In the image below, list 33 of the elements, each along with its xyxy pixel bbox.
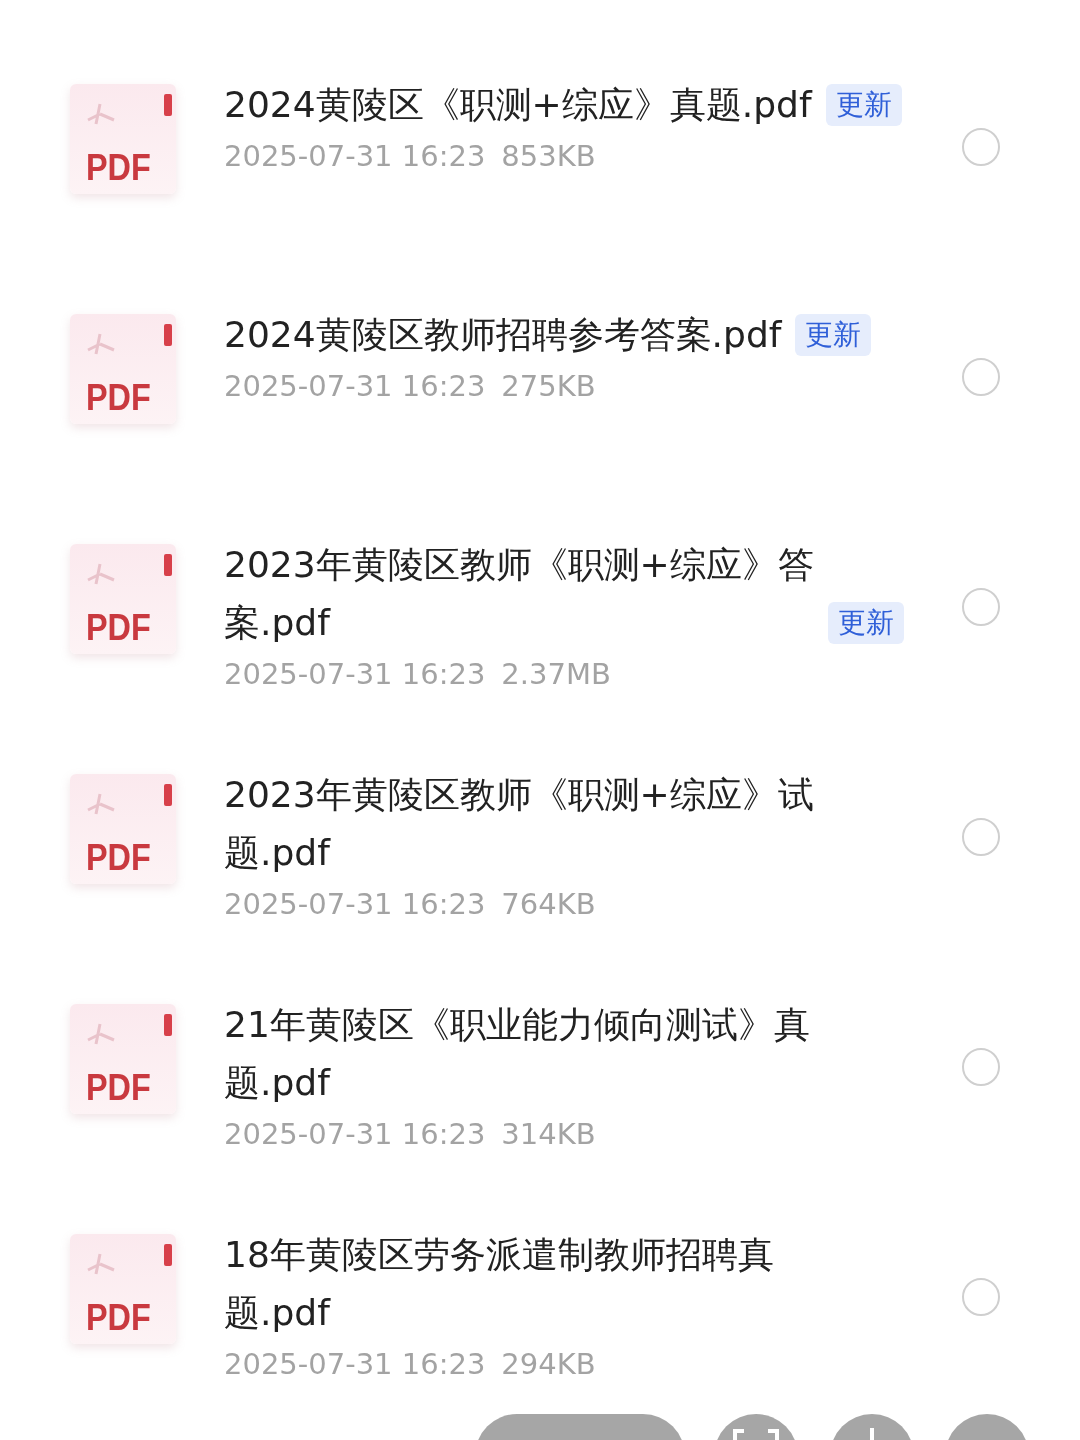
- pdf-file-icon: PDF: [70, 1234, 176, 1344]
- pdf-file-icon: PDF: [70, 84, 176, 194]
- file-size: 294KB: [501, 1346, 596, 1383]
- file-date: 2025-07-31 16:23: [224, 368, 486, 405]
- file-name: 2023年黄陵区教师《职测+综应》答案.pdf: [224, 543, 814, 645]
- pdf-file-icon: PDF: [70, 544, 176, 654]
- pdf-file-icon: PDF: [70, 774, 176, 884]
- file-size: 314KB: [501, 1116, 596, 1153]
- file-name: 2024黄陵区教师招聘参考答案.pdf: [224, 313, 782, 357]
- file-size: 853KB: [501, 138, 596, 175]
- select-radio[interactable]: [962, 818, 1000, 856]
- file-name: 21年黄陵区《职业能力倾向测试》真题.pdf: [224, 1003, 811, 1105]
- select-radio[interactable]: [962, 358, 1000, 396]
- update-tag: 更新: [825, 84, 902, 126]
- file-date: 2025-07-31 16:23: [224, 1346, 486, 1383]
- file-date: 2025-07-31 16:23: [224, 886, 486, 923]
- file-date: 2025-07-31 16:23: [224, 1116, 486, 1153]
- file-date: 2025-07-31 16:23: [224, 138, 486, 175]
- file-name: 18年黄陵区劳务派遣制教师招聘真题.pdf: [224, 1233, 775, 1335]
- select-radio[interactable]: [962, 128, 1000, 166]
- select-radio[interactable]: [962, 588, 1000, 626]
- pdf-file-icon: PDF: [70, 1004, 176, 1114]
- pdf-file-icon: PDF: [70, 314, 176, 424]
- file-name: 2023年黄陵区教师《职测+综应》试题.pdf: [224, 773, 814, 875]
- file-name: 2024黄陵区《职测+综应》真题.pdf: [224, 83, 812, 127]
- file-size: 2.37MB: [501, 656, 611, 693]
- select-radio[interactable]: [962, 1278, 1000, 1316]
- file-size: 764KB: [501, 886, 596, 923]
- update-tag: 更新: [795, 314, 872, 356]
- update-tag: 更新: [828, 602, 904, 644]
- select-radio[interactable]: [962, 1048, 1000, 1086]
- file-date: 2025-07-31 16:23: [224, 656, 486, 693]
- file-size: 275KB: [501, 368, 596, 405]
